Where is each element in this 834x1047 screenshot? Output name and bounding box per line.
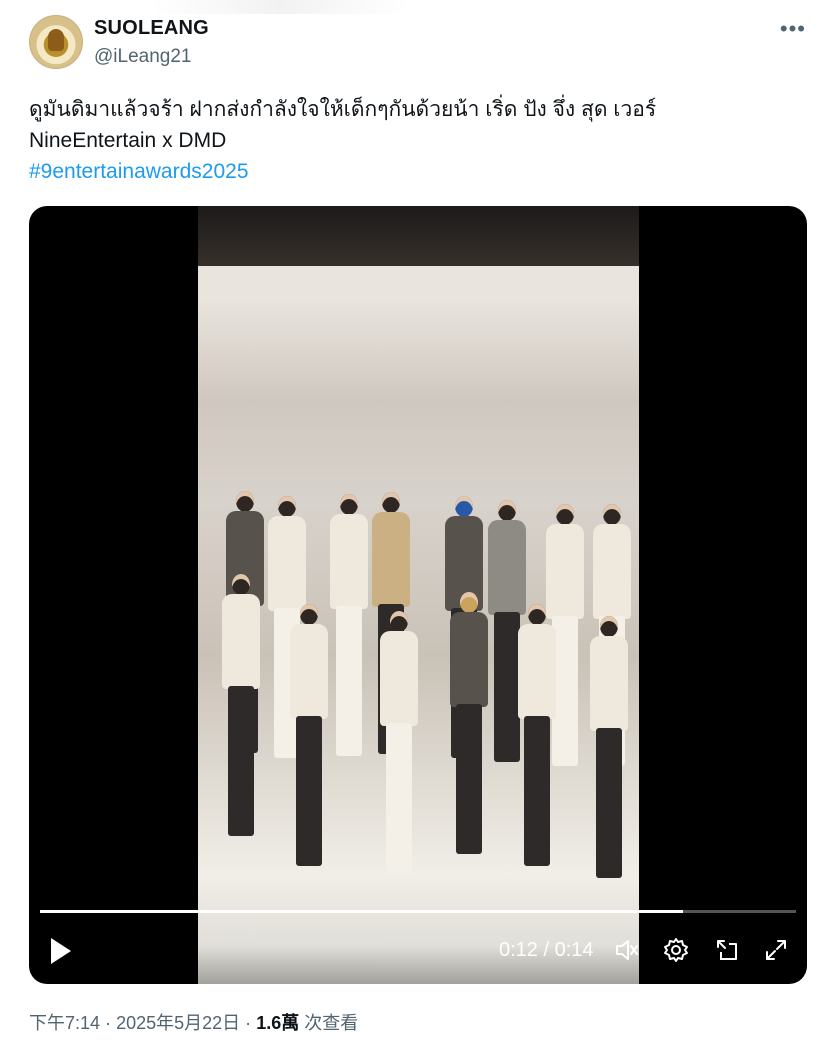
views-label: 次查看: [304, 1013, 359, 1033]
settings-icon[interactable]: [662, 936, 690, 964]
author-name[interactable]: SUOLEANG: [94, 17, 209, 40]
post-date[interactable]: 2025年5月22日: [116, 1013, 240, 1033]
video-frame: [198, 206, 639, 984]
progress-fill: [40, 910, 683, 913]
meta-separator: ·: [245, 1013, 252, 1033]
top-edge-shadow: [150, 0, 410, 14]
progress-bar[interactable]: [40, 910, 796, 913]
avatar[interactable]: [29, 15, 83, 69]
post-line-1: ดูมันดิมาแล้วจร้า ฝากส่งกำลังใจให้เด็กๆก…: [29, 98, 657, 121]
post-text: ดูมันดิมาแล้วจร้า ฝากส่งกำลังใจให้เด็กๆก…: [29, 94, 789, 187]
video-time: 0:12 / 0:14: [499, 939, 594, 961]
post-time[interactable]: 下午7:14: [29, 1013, 100, 1033]
post-line-2: NineEntertain x DMD: [29, 129, 227, 152]
video-player[interactable]: 0:12 / 0:14: [29, 206, 807, 984]
meta-separator: ·: [105, 1013, 112, 1033]
hashtag-link[interactable]: #9entertainawards2025: [29, 156, 789, 187]
more-icon[interactable]: •••: [780, 16, 806, 42]
post-metadata: 下午7:14 · 2025年5月22日 · 1.6萬 次查看: [29, 1009, 358, 1035]
author-handle[interactable]: @iLeang21: [94, 46, 191, 68]
play-icon[interactable]: [48, 936, 74, 966]
group-photo-figures: [198, 206, 639, 984]
views-count: 1.6萬: [256, 1013, 300, 1033]
volume-icon[interactable]: [613, 936, 641, 964]
picture-in-picture-icon[interactable]: [713, 936, 741, 964]
fullscreen-icon[interactable]: [762, 936, 790, 964]
